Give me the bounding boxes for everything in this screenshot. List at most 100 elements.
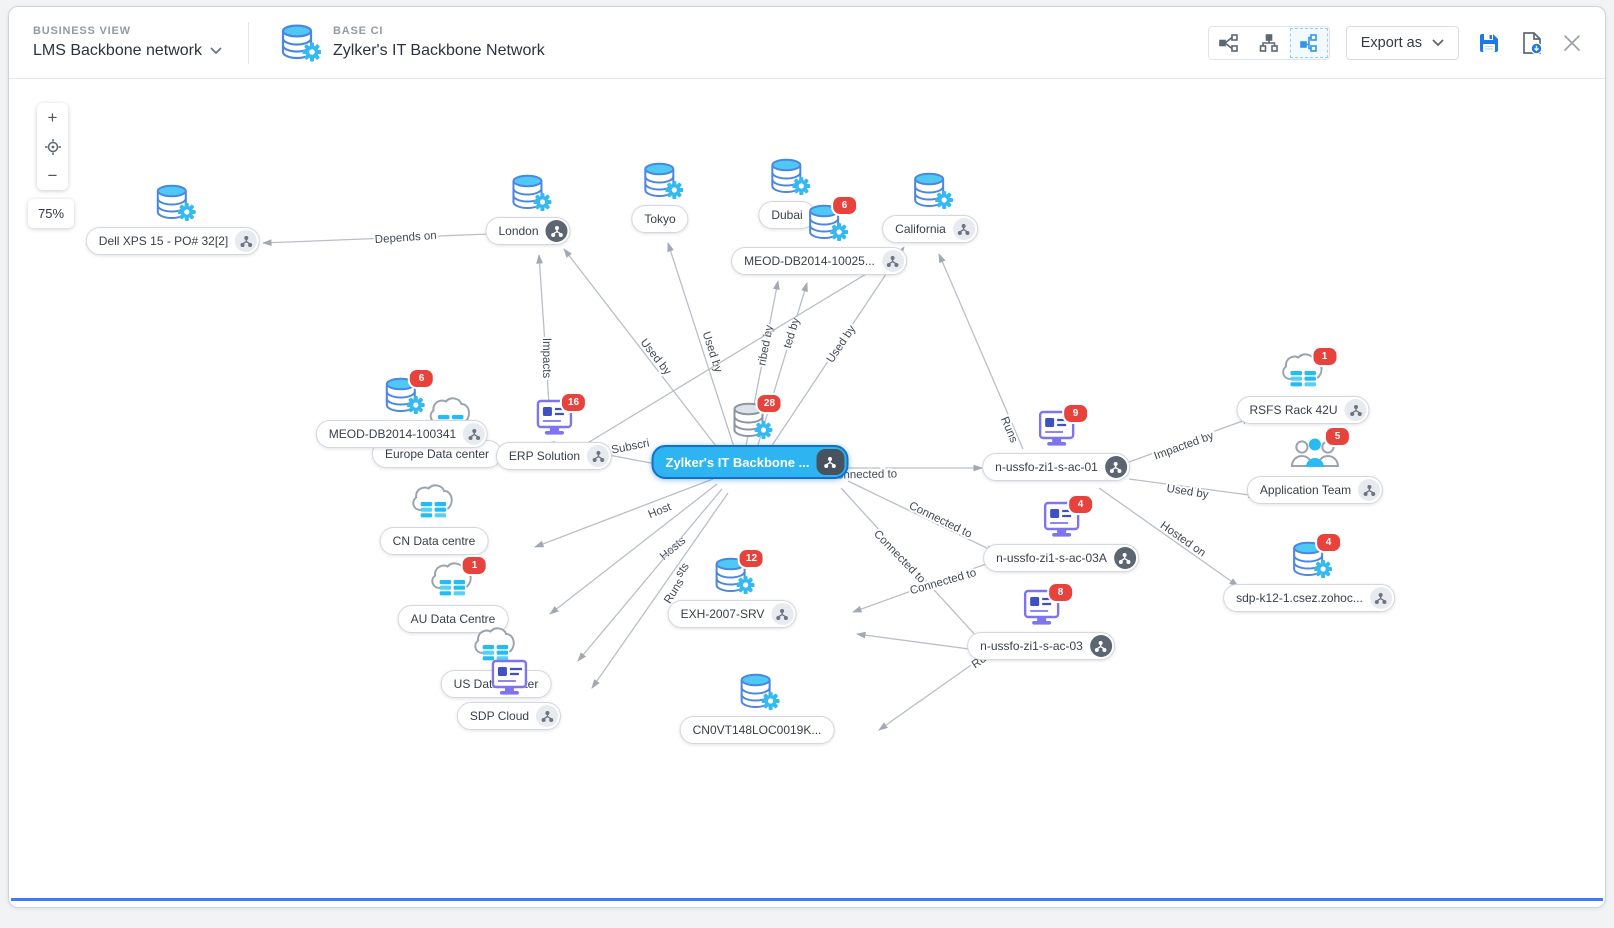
- node-pill[interactable]: sdp-k12-1.csez.zohoc...: [1223, 584, 1395, 612]
- node-label: MEOD-DB2014-10025...: [744, 254, 882, 268]
- node-pill[interactable]: London: [485, 217, 570, 245]
- node-n-ussfo-zi1-s-ac-01[interactable]: 9n-ussfo-zi1-s-ac-01: [982, 409, 1130, 481]
- node-rsfs-rack-42u[interactable]: 1 RSFS Rack 42U: [1236, 352, 1369, 424]
- expand-relationships-button[interactable]: [816, 449, 844, 475]
- node-label: California: [895, 222, 953, 236]
- node-application-team[interactable]: 5Application Team: [1247, 432, 1383, 504]
- database-icon: [907, 169, 953, 218]
- force-directed-layout-icon[interactable]: [1209, 27, 1249, 59]
- cloud-icon: [409, 483, 459, 530]
- export-as-label: Export as: [1361, 35, 1422, 51]
- expand-relationships-button[interactable]: [1358, 479, 1380, 501]
- node-label: ERP Solution: [509, 449, 587, 463]
- expand-relationships-button[interactable]: [235, 230, 257, 252]
- node-label: Europe Data center: [385, 447, 489, 461]
- node-pill[interactable]: Dell XPS 15 - PO# 32[2]: [86, 227, 260, 255]
- node-label: Zylker's IT Backbone ...: [666, 455, 817, 470]
- relationship-count-badge: 6: [831, 195, 858, 216]
- zoom-level-indicator: 75%: [28, 199, 74, 228]
- node-exh-2007-srv[interactable]: 12EXH-2007-SRV: [668, 554, 797, 628]
- database-icon: [734, 670, 780, 719]
- node-london[interactable]: London: [485, 171, 570, 245]
- node-dell-xps-15[interactable]: Dell XPS 15 - PO# 32[2]: [86, 181, 260, 255]
- relationship-map-canvas[interactable]: Depends onImpactsUsed byUsed byribed byt…: [9, 79, 1605, 907]
- file-download-icon: [1521, 31, 1543, 55]
- node-cn-data-centre[interactable]: CN Data centre: [380, 483, 489, 555]
- node-pill[interactable]: CN0VT148LOC0019K...: [680, 716, 835, 744]
- relationship-count-badge: 4: [1315, 532, 1342, 553]
- relationship-count-badge: 28: [756, 393, 783, 414]
- node-label: CN0VT148LOC0019K...: [693, 723, 822, 737]
- export-as-button[interactable]: Export as: [1346, 26, 1459, 60]
- close-button[interactable]: [1561, 32, 1583, 54]
- node-n-ussfo-zi1-s-ac-03[interactable]: 8n-ussfo-zi1-s-ac-03: [967, 588, 1115, 660]
- node-pill[interactable]: Tokyo: [631, 205, 688, 233]
- expand-relationships-button[interactable]: [882, 250, 904, 272]
- node-sdp-cloud[interactable]: SDP Cloud: [457, 658, 561, 730]
- node-label: MEOD-DB2014-100341: [329, 427, 463, 441]
- node-pill[interactable]: n-ussfo-zi1-s-ac-03A: [983, 544, 1139, 572]
- node-au-data-centre[interactable]: 1AU Data Centre: [398, 561, 509, 633]
- node-meod-db2014-10025[interactable]: 6MEOD-DB2014-10025...: [731, 201, 907, 275]
- business-view-value: LMS Backbone network: [33, 42, 202, 60]
- node-pill[interactable]: n-ussfo-zi1-s-ac-03: [967, 632, 1115, 660]
- node-zylker-it-backbone[interactable]: 28 Zylker's IT Backbone ...: [652, 399, 849, 479]
- node-pill[interactable]: RSFS Rack 42U: [1236, 396, 1369, 424]
- node-label: RSFS Rack 42U: [1249, 403, 1344, 417]
- node-pill[interactable]: EXH-2007-SRV: [668, 600, 797, 628]
- relationship-count-badge: 16: [560, 392, 587, 413]
- node-pill[interactable]: ERP Solution: [496, 442, 612, 470]
- expand-relationships-button[interactable]: [1090, 635, 1112, 657]
- node-pill[interactable]: MEOD-DB2014-10025...: [731, 247, 907, 275]
- zoom-out-button[interactable]: −: [37, 161, 68, 190]
- node-california[interactable]: California: [882, 169, 978, 243]
- node-label: London: [498, 224, 545, 238]
- chevron-down-icon: [210, 42, 222, 60]
- node-pill[interactable]: SDP Cloud: [457, 702, 561, 730]
- node-pill[interactable]: Zylker's IT Backbone ...: [652, 445, 849, 479]
- base-ci-label: BASE CI: [333, 25, 545, 37]
- database-icon: 28: [727, 399, 773, 448]
- base-ci-block: BASE CI Zylker's IT Backbone Network: [333, 25, 545, 60]
- node-pill[interactable]: MEOD-DB2014-100341: [316, 420, 488, 448]
- node-tokyo[interactable]: Tokyo: [631, 159, 688, 233]
- node-pill[interactable]: CN Data centre: [380, 527, 489, 555]
- expand-relationships-button[interactable]: [771, 603, 793, 625]
- app-window: BUSINESS VIEW LMS Backbone network: [8, 6, 1606, 908]
- monitor-icon: 9: [1033, 409, 1079, 456]
- database-icon: [150, 181, 196, 230]
- expand-relationships-button[interactable]: [587, 445, 609, 467]
- node-cn0vt148loc0019k[interactable]: CN0VT148LOC0019K...: [680, 670, 835, 744]
- relationship-count-badge: 5: [1324, 426, 1351, 447]
- export-image-button[interactable]: [1519, 29, 1545, 57]
- expand-relationships-button[interactable]: [1114, 547, 1136, 569]
- node-n-ussfo-zi1-s-ac-03a[interactable]: 4n-ussfo-zi1-s-ac-03A: [983, 500, 1139, 572]
- cloud-icon: 1: [1278, 352, 1328, 399]
- header: BUSINESS VIEW LMS Backbone network: [9, 7, 1605, 79]
- zoom-in-button[interactable]: +: [37, 103, 68, 132]
- business-view-selector[interactable]: LMS Backbone network: [33, 42, 222, 60]
- node-label: EXH-2007-SRV: [681, 607, 772, 621]
- layout-switcher: [1208, 26, 1330, 60]
- expand-relationships-button[interactable]: [1345, 399, 1367, 421]
- database-gear-icon: [275, 19, 321, 67]
- fit-to-screen-button[interactable]: [37, 132, 68, 161]
- node-erp-solution[interactable]: 16ERP Solution: [496, 398, 612, 470]
- expand-relationships-button[interactable]: [1105, 456, 1127, 478]
- node-pill[interactable]: n-ussfo-zi1-s-ac-01: [982, 453, 1130, 481]
- expand-relationships-button[interactable]: [463, 423, 485, 445]
- node-meod-db2014-100341[interactable]: 6MEOD-DB2014-100341: [316, 374, 488, 448]
- expand-relationships-button[interactable]: [953, 218, 975, 240]
- node-sdp-k12-1[interactable]: 4sdp-k12-1.csez.zohoc...: [1223, 538, 1395, 612]
- bottom-accent-bar: [11, 898, 1603, 901]
- hierarchical-layout-icon[interactable]: [1249, 27, 1289, 59]
- team-icon: 5: [1289, 432, 1341, 479]
- node-pill[interactable]: California: [882, 215, 978, 243]
- expand-relationships-button[interactable]: [546, 220, 568, 242]
- expand-relationships-button[interactable]: [1370, 587, 1392, 609]
- expand-relationships-button[interactable]: [536, 705, 558, 727]
- radial-layout-icon[interactable]: [1289, 27, 1329, 59]
- save-button[interactable]: [1475, 29, 1503, 57]
- database-icon: [505, 171, 551, 220]
- node-pill[interactable]: Application Team: [1247, 476, 1383, 504]
